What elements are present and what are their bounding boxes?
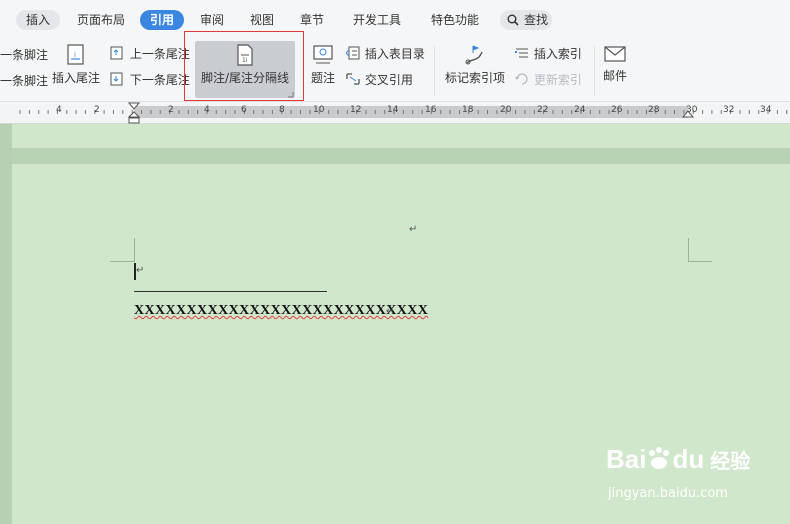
insert-index-label: 插入索引 xyxy=(533,47,582,61)
paragraph-mark: ↵ xyxy=(386,306,395,317)
mark-index-icon xyxy=(465,45,483,65)
ruler-label: 18 xyxy=(462,105,474,115)
watermark-cn: 经验 xyxy=(710,449,751,473)
ruler-label: 12 xyxy=(350,105,362,115)
prev-endnote-icon xyxy=(110,46,123,60)
page-gap xyxy=(12,148,790,164)
insert-endnote-icon: i xyxy=(67,44,84,65)
next-footnote-button[interactable]: 一条脚注 xyxy=(0,72,48,89)
insert-table-of-figures-button[interactable]: 插入表目录 xyxy=(345,45,425,62)
prev-endnote-label: 上一条尾注 xyxy=(129,47,190,61)
tab-references[interactable]: 引用 xyxy=(140,10,184,30)
mail-icon xyxy=(604,46,626,62)
tab-developer[interactable]: 开发工具 xyxy=(346,10,408,30)
ruler-label: 26 xyxy=(611,105,623,115)
indent-marker-icon[interactable] xyxy=(128,102,140,124)
next-footnote-label: 一条脚注 xyxy=(0,74,49,88)
tab-review[interactable]: 审阅 xyxy=(192,10,232,30)
mail-button[interactable]: 邮件 xyxy=(598,44,632,84)
next-endnote-button[interactable]: 下一条尾注 xyxy=(110,71,190,88)
watermark-url: jingyan.baidu.com xyxy=(608,486,728,501)
ruler-label: 24 xyxy=(574,105,586,115)
mail-label: 邮件 xyxy=(602,69,627,83)
group-divider xyxy=(594,46,595,96)
cross-reference-icon xyxy=(346,73,360,85)
ruler-label: 14 xyxy=(387,105,399,115)
caption-button[interactable]: 题注 xyxy=(308,44,338,86)
right-indent-marker-icon[interactable] xyxy=(682,110,694,120)
tab-label: 引用 xyxy=(149,13,174,27)
next-endnote-label: 下一条尾注 xyxy=(129,73,190,87)
insert-table-of-figures-label: 插入表目录 xyxy=(364,47,425,61)
paw-logo-icon xyxy=(649,447,670,469)
tab-label: 视图 xyxy=(249,13,274,27)
tab-view[interactable]: 视图 xyxy=(242,10,282,30)
prev-footnote-label: 一条脚注 xyxy=(0,48,49,62)
ruler-label: 4 xyxy=(56,105,62,115)
tab-label: 特色功能 xyxy=(430,13,479,27)
ruler-label: 34 xyxy=(760,105,772,115)
left-margin-strip xyxy=(0,124,12,524)
tab-special-features[interactable]: 特色功能 xyxy=(424,10,486,30)
tab-page-layout[interactable]: 页面布局 xyxy=(70,10,132,30)
insert-endnote-button[interactable]: i 插入尾注 xyxy=(50,44,102,86)
ruler-label: 6 xyxy=(241,105,247,115)
highlight-annotation-box xyxy=(184,31,304,101)
insert-endnote-label: 插入尾注 xyxy=(51,71,100,85)
references-ribbon: 一条脚注 一条脚注 i 插入尾注 上一条尾注 下一条尾注 1i 脚注/尾注分隔线… xyxy=(0,38,790,102)
ribbon-tab-bar: 插入 页面布局 引用 审阅 视图 章节 开发工具 特色功能 查找 xyxy=(0,0,790,38)
search-button[interactable]: 查找 xyxy=(500,10,552,30)
ruler-label: 16 xyxy=(425,105,437,115)
paragraph-mark: ↵ xyxy=(136,265,145,276)
tab-label: 章节 xyxy=(299,13,324,27)
horizontal-ruler[interactable]: 4 2 2 4 6 8 10 12 14 16 18 20 22 24 26 2… xyxy=(0,102,790,124)
tab-section[interactable]: 章节 xyxy=(292,10,332,30)
margin-corner-mark xyxy=(688,238,689,262)
ruler-label: 10 xyxy=(313,105,325,115)
ruler-label: 2 xyxy=(94,105,100,115)
svg-text:i: i xyxy=(74,51,76,59)
prev-footnote-button[interactable]: 一条脚注 xyxy=(0,46,48,63)
caption-label: 题注 xyxy=(310,71,335,85)
insert-index-icon xyxy=(515,48,528,58)
ruler-label: 4 xyxy=(204,105,210,115)
table-of-figures-icon xyxy=(345,46,360,60)
search-icon xyxy=(507,14,519,26)
watermark-brand: Bai xyxy=(606,444,647,474)
cross-reference-button[interactable]: 交叉引用 xyxy=(345,71,413,88)
ruler-label: 28 xyxy=(648,105,660,115)
cross-reference-label: 交叉引用 xyxy=(364,73,413,87)
update-index-label: 更新索引 xyxy=(533,73,582,87)
footnote-separator-line xyxy=(134,291,327,292)
footnote-text[interactable]: XXXXXXXXXXXXXXXXXXXXXXXXXXXX xyxy=(134,303,428,319)
tab-label: 插入 xyxy=(25,13,50,27)
insert-index-button[interactable]: 插入索引 xyxy=(514,45,582,62)
tab-label: 页面布局 xyxy=(76,13,125,27)
next-endnote-icon xyxy=(110,72,123,86)
margin-corner-mark xyxy=(688,261,712,262)
ruler-label: 20 xyxy=(500,105,512,115)
ruler-label: 32 xyxy=(723,105,735,115)
paragraph-mark: ↵ xyxy=(409,224,418,235)
group-divider xyxy=(434,46,435,96)
update-index-button[interactable]: 更新索引 xyxy=(514,71,582,88)
baidu-jingyan-watermark: Bai du 经验 jingyan.baidu.com xyxy=(606,444,751,501)
mark-index-entry-label: 标记索引项 xyxy=(444,71,505,85)
margin-corner-mark xyxy=(110,261,134,262)
search-label: 查找 xyxy=(523,13,548,27)
ruler-label: 8 xyxy=(279,105,285,115)
margin-corner-mark xyxy=(134,238,135,262)
ruler-label: 22 xyxy=(537,105,549,115)
tab-label: 审阅 xyxy=(199,13,224,27)
ruler-label: 2 xyxy=(168,105,174,115)
update-index-icon xyxy=(514,73,528,85)
tab-label: 开发工具 xyxy=(352,13,401,27)
watermark-brand-suffix: du xyxy=(672,444,705,474)
prev-endnote-button[interactable]: 上一条尾注 xyxy=(110,45,190,62)
tab-insert[interactable]: 插入 xyxy=(16,10,60,30)
mark-index-entry-button[interactable]: 标记索引项 xyxy=(443,44,507,86)
caption-icon xyxy=(313,45,333,64)
